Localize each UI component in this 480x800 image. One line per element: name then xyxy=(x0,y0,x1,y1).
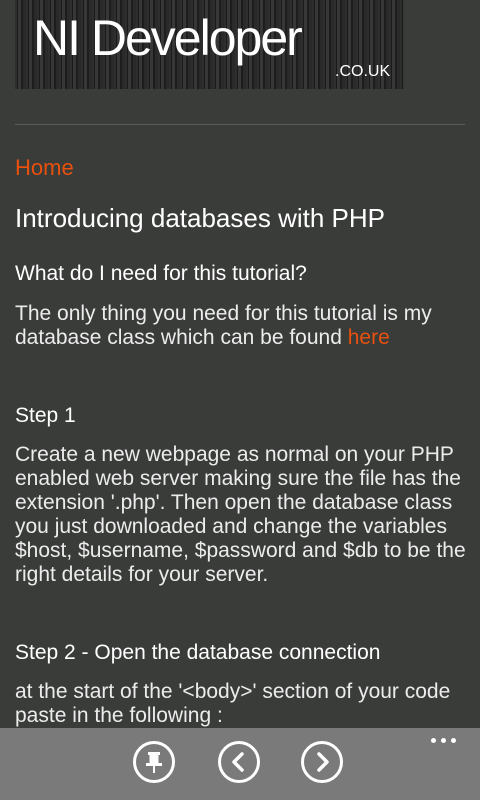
back-button[interactable] xyxy=(218,741,260,783)
step2-heading: Step 2 - Open the database connection xyxy=(15,641,381,664)
download-link[interactable]: here xyxy=(348,326,390,349)
step1-paragraph: Create a new webpage as normal on your P… xyxy=(15,443,466,586)
pin-button[interactable] xyxy=(133,741,175,783)
app-bar xyxy=(0,728,480,800)
step2-paragraph: at the start of the '<body>' section of … xyxy=(15,680,451,727)
home-link[interactable]: Home xyxy=(15,154,74,182)
back-arrow-icon xyxy=(232,752,244,772)
site-logo[interactable]: NI Developer .CO.UK xyxy=(15,0,404,89)
forward-arrow-icon xyxy=(317,752,329,772)
more-ellipsis-icon[interactable] xyxy=(430,736,460,746)
logo-title: NI Developer xyxy=(33,10,303,66)
page-content: NI Developer .CO.UK Home Introducing dat… xyxy=(0,0,480,728)
section-heading-requirements: What do I need for this tutorial? xyxy=(15,262,307,285)
logo-domain: .CO.UK xyxy=(335,63,391,80)
forward-button[interactable] xyxy=(301,741,343,783)
step1-heading: Step 1 xyxy=(15,404,76,427)
header-divider xyxy=(15,124,465,125)
intro-paragraph: The only thing you need for this tutoria… xyxy=(15,302,470,350)
page-title: Introducing databases with PHP xyxy=(15,203,385,233)
pin-icon xyxy=(146,752,162,773)
